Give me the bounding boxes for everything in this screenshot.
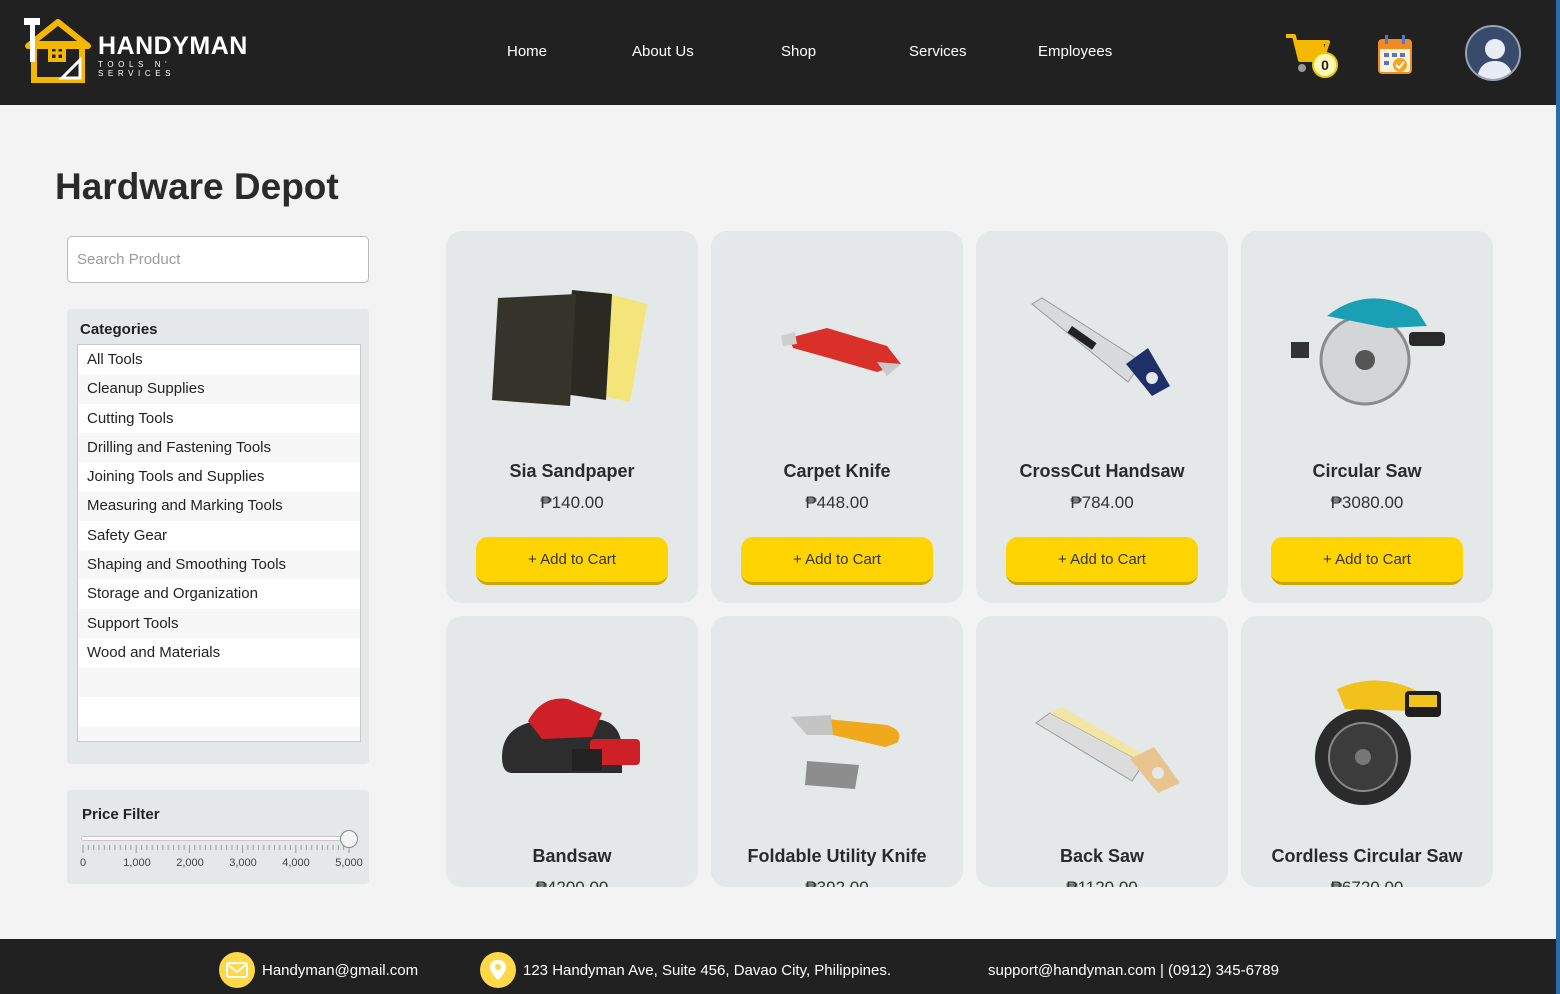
product-card: Circular Saw ₱3080.00 + Add to Cart [1241, 231, 1493, 603]
house-tools-icon [24, 18, 91, 83]
product-price: ₱1120.00 [976, 878, 1228, 887]
footer: Handyman@gmail.com 123 Handyman Ave, Sui… [0, 939, 1556, 994]
nav-about-us[interactable]: About Us [632, 43, 694, 60]
back-saw-icon [1035, 707, 1180, 793]
product-name: Circular Saw [1312, 461, 1422, 481]
footer-email[interactable]: Handyman@gmail.com [262, 962, 418, 979]
product-price: ₱784.00 [1070, 493, 1134, 512]
user-avatar[interactable] [1465, 25, 1521, 81]
category-item[interactable]: Cleanup Supplies [78, 374, 360, 404]
category-item[interactable]: Support Tools [78, 608, 360, 638]
carpet-knife-icon [781, 328, 901, 376]
category-item[interactable]: Shaping and Smoothing Tools [78, 550, 360, 580]
price-tick-label: 5,000 [335, 857, 363, 869]
location-pin-icon [480, 952, 516, 988]
price-slider-ticks [82, 845, 350, 853]
footer-support[interactable]: support@handyman.com | (0912) 345-6789 [988, 962, 1279, 979]
category-item[interactable]: Drilling and Fastening Tools [78, 432, 360, 463]
product-price: ₱6720.00 [1241, 878, 1493, 887]
price-filter-panel: Price Filter 0 1,000 2,000 3,000 4,000 5… [67, 790, 369, 884]
price-slider-thumb[interactable] [340, 830, 358, 848]
price-tick-label: 2,000 [176, 857, 204, 869]
product-card: Back Saw ₱1120.00 [976, 616, 1228, 887]
categories-title: Categories [80, 321, 158, 338]
utility-knife-icon [791, 715, 900, 789]
product-price: ₱140.00 [540, 493, 604, 512]
nav-services[interactable]: Services [909, 43, 967, 60]
nav-home[interactable]: Home [507, 43, 547, 60]
product-name: CrossCut Handsaw [1019, 461, 1185, 481]
product-card: Cordless Circular Saw ₱6720.00 [1241, 616, 1493, 887]
product-card: Foldable Utility Knife ₱392.00 [711, 616, 963, 887]
user-icon [1477, 39, 1513, 79]
search-input[interactable] [67, 236, 369, 283]
category-item[interactable]: All Tools [78, 345, 360, 374]
price-tick-label: 0 [79, 857, 87, 869]
price-slider-track[interactable] [81, 836, 349, 841]
price-tick-label: 3,000 [229, 857, 257, 869]
price-filter-title: Price Filter [82, 806, 160, 823]
add-to-cart-button[interactable]: + Add to Cart [1006, 537, 1198, 585]
category-empty-row [78, 697, 360, 726]
add-to-cart-button[interactable]: + Add to Cart [476, 537, 668, 585]
circular-saw-icon [1291, 298, 1445, 406]
category-item[interactable]: Cutting Tools [78, 404, 360, 433]
handsaw-icon [1031, 297, 1170, 396]
cart-button[interactable]: 0 [1284, 32, 1340, 80]
product-card: Sia Sandpaper ₱140.00 + Add to Cart [446, 231, 698, 603]
page-title: Hardware Depot [55, 166, 339, 207]
category-item[interactable]: Measuring and Marking Tools [78, 491, 360, 521]
product-name: Cordless Circular Saw [1271, 846, 1463, 866]
window-edge [1556, 0, 1560, 994]
category-item[interactable]: Wood and Materials [78, 638, 360, 667]
cart-count-badge: 0 [1312, 52, 1338, 78]
nav-shop[interactable]: Shop [781, 43, 816, 60]
product-name: Carpet Knife [783, 461, 891, 481]
nav-employees[interactable]: Employees [1038, 43, 1112, 60]
categories-panel: Categories All Tools Cleanup Supplies Cu… [67, 309, 369, 764]
categories-list[interactable]: All Tools Cleanup Supplies Cutting Tools… [77, 344, 361, 742]
brand-tagline: TOOLS N' SERVICES [98, 60, 176, 78]
product-card: Carpet Knife ₱448.00 + Add to Cart [711, 231, 963, 603]
product-name: Bandsaw [532, 846, 612, 866]
bandsaw-icon [502, 698, 640, 773]
email-icon [219, 952, 255, 988]
category-empty-row [78, 667, 360, 697]
product-price: ₱392.00 [711, 878, 963, 887]
product-card: Bandsaw ₱4200.00 [446, 616, 698, 887]
category-item[interactable]: Storage and Organization [78, 579, 360, 608]
calendar-button[interactable] [1378, 34, 1412, 74]
price-tick-label: 1,000 [123, 857, 151, 869]
category-item[interactable]: Joining Tools and Supplies [78, 462, 360, 491]
cordless-saw-icon [1315, 680, 1441, 805]
product-name: Foldable Utility Knife [747, 846, 927, 866]
brand-logo[interactable]: HANDYMAN TOOLS N' SERVICES [22, 16, 252, 86]
product-name: Sia Sandpaper [509, 461, 635, 481]
category-item[interactable]: Safety Gear [78, 521, 360, 550]
product-price: ₱448.00 [805, 493, 869, 512]
price-tick-label: 4,000 [282, 857, 310, 869]
product-name: Back Saw [1059, 846, 1145, 866]
product-price: ₱3080.00 [1330, 493, 1404, 512]
product-price: ₱4200.00 [446, 878, 698, 887]
category-empty-row [78, 725, 360, 741]
footer-address: 123 Handyman Ave, Suite 456, Davao City,… [523, 962, 891, 979]
sandpaper-icon [492, 290, 647, 406]
calendar-icon [1378, 35, 1412, 74]
add-to-cart-button[interactable]: + Add to Cart [1271, 537, 1463, 585]
product-card: CrossCut Handsaw ₱784.00 + Add to Cart [976, 231, 1228, 603]
add-to-cart-button[interactable]: + Add to Cart [741, 537, 933, 585]
top-header: HANDYMAN TOOLS N' SERVICES Home About Us… [0, 0, 1556, 105]
brand-name: HANDYMAN [98, 32, 248, 60]
